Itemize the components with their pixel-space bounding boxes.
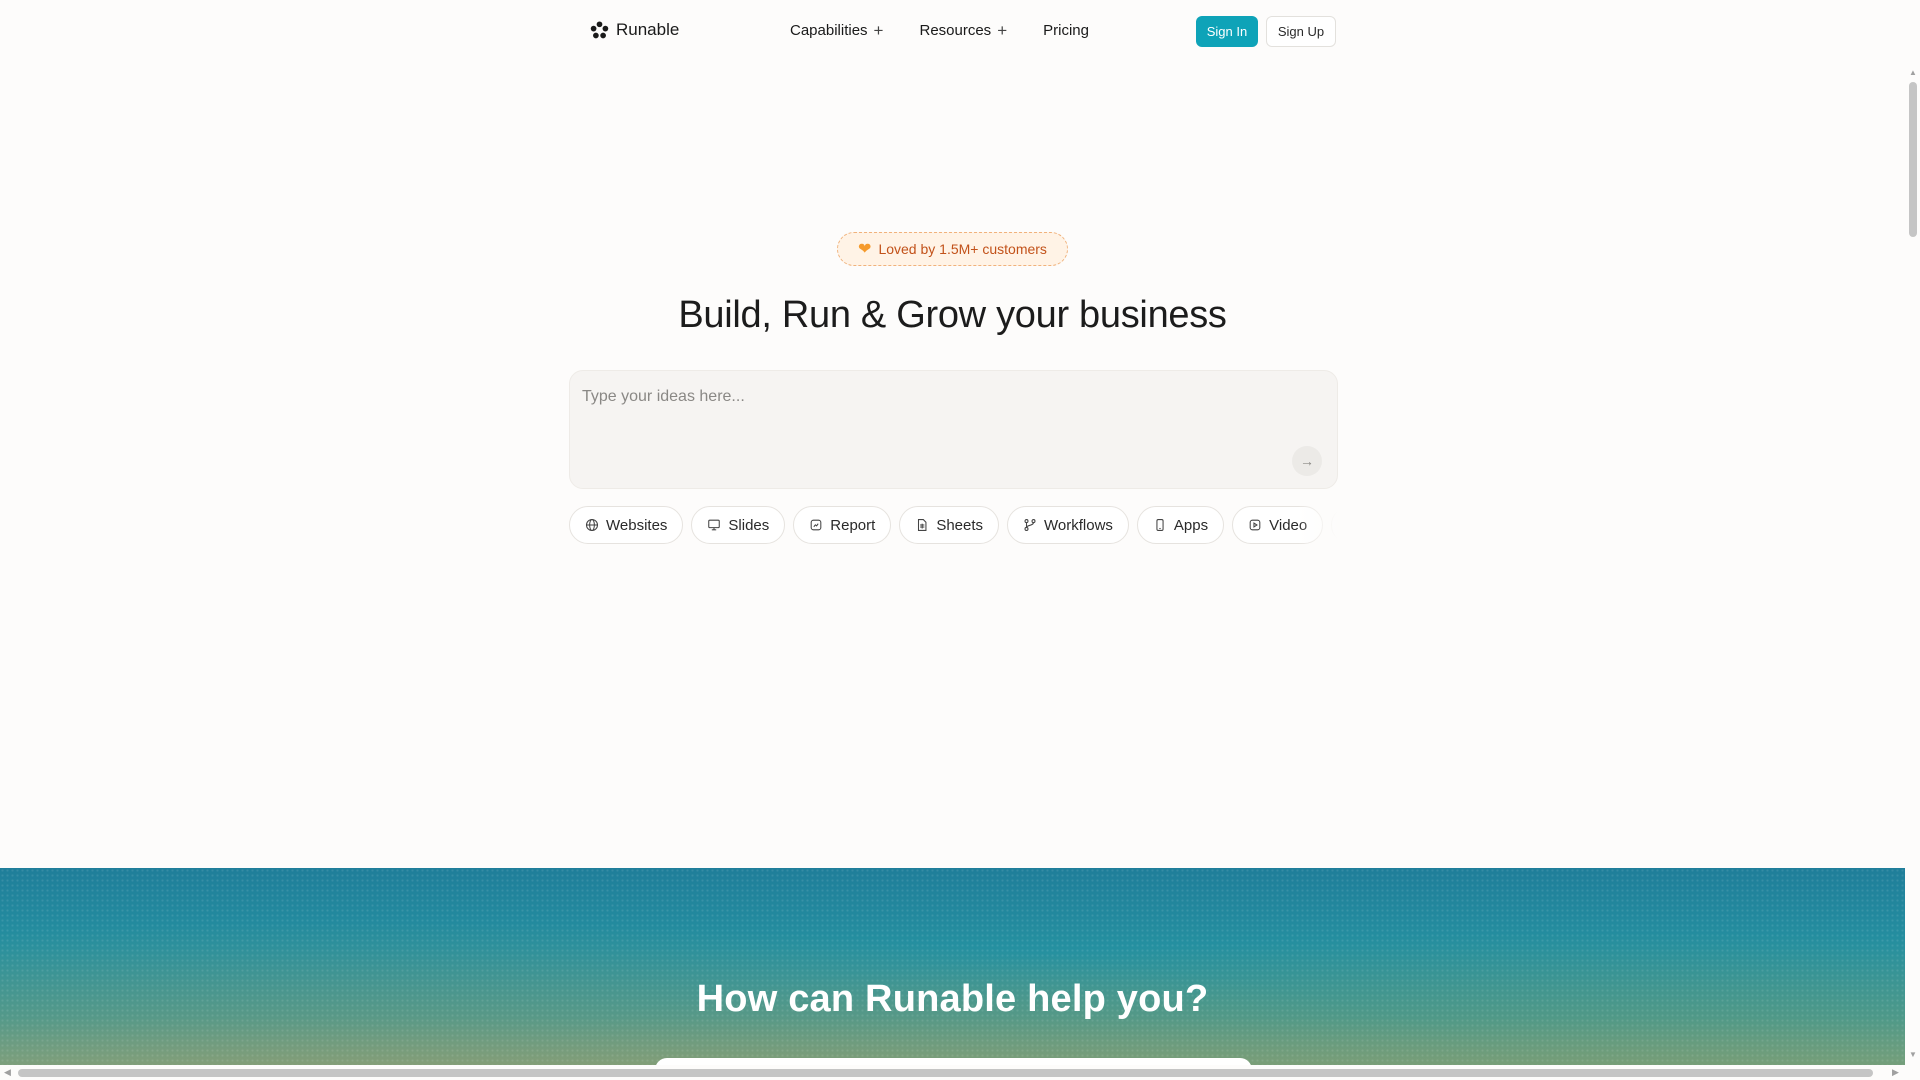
chip-label: Slides — [728, 516, 770, 534]
chip-websites[interactable]: Websites — [569, 506, 684, 544]
help-input-box[interactable] — [655, 1058, 1252, 1065]
chips-fade-overlay — [1298, 506, 1338, 544]
badge-text: Loved by 1.5M+ customers — [878, 241, 1047, 257]
globe-icon — [585, 518, 599, 532]
sheet-icon — [918, 519, 927, 531]
chip-label: Report — [830, 516, 876, 534]
category-chips: Websites Slides Report Sheets Workflows … — [569, 506, 1338, 544]
arrow-right-icon: → — [1300, 453, 1314, 469]
report-icon — [810, 519, 822, 531]
nav-capabilities-label: Capabilities — [790, 22, 868, 39]
nav-resources[interactable]: Resources + — [919, 22, 1007, 39]
sign-in-button[interactable]: Sign In — [1196, 16, 1258, 47]
vertical-scrollbar[interactable]: ▲ ▼ — [1905, 0, 1920, 1065]
nav-pricing[interactable]: Pricing — [1043, 22, 1089, 39]
nav-capabilities[interactable]: Capabilities + — [790, 22, 883, 39]
brand-logo[interactable]: Runable — [590, 20, 679, 40]
plus-icon: + — [873, 21, 884, 40]
phone-icon — [1156, 519, 1164, 531]
horizontal-scrollbar[interactable]: ◀ ▶ — [0, 1065, 1920, 1080]
horizontal-scroll-thumb[interactable] — [18, 1069, 1873, 1077]
chip-report[interactable]: Report — [793, 506, 892, 544]
chip-label: Sheets — [936, 516, 984, 534]
scroll-left-arrow-icon[interactable]: ◀ — [4, 1067, 11, 1078]
scroll-up-arrow-icon[interactable]: ▲ — [1909, 68, 1917, 77]
chip-workflows[interactable]: Workflows — [1007, 506, 1129, 544]
chip-label: Workflows — [1044, 516, 1113, 534]
brand-name: Runable — [616, 20, 680, 39]
help-section: How can Runable help you? — [0, 868, 1905, 1065]
plus-icon: + — [997, 21, 1008, 40]
prompt-input[interactable] — [582, 385, 1322, 409]
chip-sheets[interactable]: Sheets — [899, 506, 1000, 544]
chip-slides[interactable]: Slides — [691, 506, 786, 544]
nav-pricing-label: Pricing — [1043, 22, 1089, 39]
monitor-icon — [708, 519, 721, 531]
page: Runable Capabilities + Resources + Prici… — [0, 0, 1905, 1065]
prompt-box: → — [569, 370, 1338, 489]
help-title: How can Runable help you? — [696, 978, 1209, 1020]
nav-links: Capabilities + Resources + Pricing — [790, 22, 1089, 39]
video-icon — [1249, 519, 1261, 531]
workflow-icon — [1024, 519, 1036, 531]
hero-title: Build, Run & Grow your business — [678, 294, 1227, 336]
runable-logo-icon — [590, 20, 609, 38]
vertical-scroll-thumb[interactable] — [1909, 82, 1917, 237]
send-button[interactable]: → — [1292, 446, 1322, 476]
top-nav: Runable Capabilities + Resources + Prici… — [590, 14, 1336, 50]
chip-apps[interactable]: Apps — [1136, 506, 1225, 544]
nav-resources-label: Resources — [919, 22, 992, 39]
chip-label: Apps — [1173, 516, 1209, 534]
scroll-down-arrow-icon[interactable]: ▼ — [1909, 1050, 1917, 1059]
customers-badge: ❤ Loved by 1.5M+ customers — [837, 232, 1068, 266]
chip-label: Websites — [606, 516, 668, 534]
sign-up-button[interactable]: Sign Up — [1266, 16, 1336, 47]
heart-icon: ❤ — [858, 241, 872, 258]
scroll-right-arrow-icon[interactable]: ▶ — [1892, 1067, 1899, 1078]
